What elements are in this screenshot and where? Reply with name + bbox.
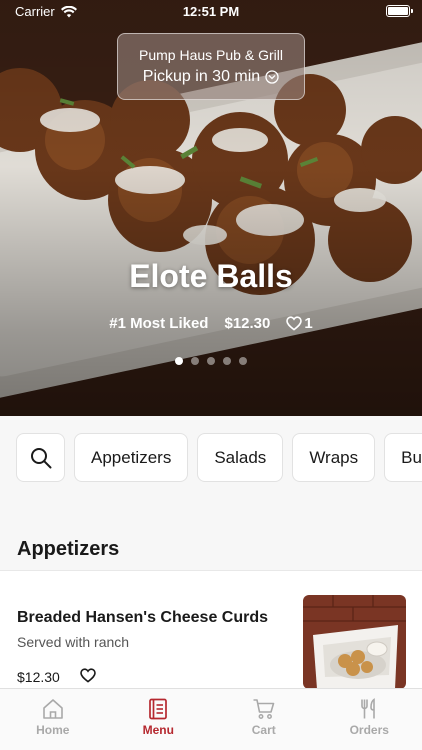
utensils-icon (361, 698, 376, 719)
tab-home-label: Home (36, 723, 70, 737)
featured-price: $12.30 (224, 315, 271, 332)
cart-icon (253, 699, 275, 719)
tab-menu[interactable]: Menu (106, 689, 212, 750)
menu-item-image (303, 595, 406, 689)
category-chip-wraps[interactable]: Wraps (292, 433, 376, 482)
tab-orders[interactable]: Orders (317, 689, 422, 750)
search-button[interactable] (16, 433, 65, 482)
status-time: 12:51 PM (182, 4, 240, 19)
carousel-dot[interactable] (191, 357, 199, 365)
carousel-dot[interactable] (223, 357, 231, 365)
battery-icon (386, 5, 413, 17)
store-name: Pump Haus Pub & Grill (139, 47, 283, 63)
store-selector[interactable]: Pump Haus Pub & Grill Pickup in 30 min (117, 33, 305, 100)
category-chip-appetizers[interactable]: Appetizers (74, 433, 189, 482)
heart-icon (80, 668, 96, 683)
tab-home[interactable]: Home (0, 689, 106, 750)
pickup-time: Pickup in 30 min (142, 68, 261, 85)
menu-item-name: Breaded Hansen's Cheese Curds (17, 609, 269, 626)
carousel-dot[interactable] (175, 357, 183, 365)
category-chip-bu[interactable]: Bu (384, 433, 422, 482)
menu-item-price: $12.30 (17, 669, 60, 685)
menu-item-card[interactable]: Breaded Hansen's Cheese Curds Served wit… (0, 571, 422, 689)
hero-banner[interactable]: Carrier 12:51 PM Pump Haus Pub & Grill P… (0, 0, 422, 416)
featured-item-meta: #1 Most Liked $12.30 1 (0, 315, 422, 332)
carousel-dots[interactable] (0, 357, 422, 365)
chevron-down-circle-icon (265, 70, 279, 84)
heart-icon (286, 316, 303, 331)
category-chips: Appetizers Salads Wraps Bu (0, 433, 422, 483)
home-icon (42, 699, 63, 719)
featured-item-title: Elote Balls (129, 258, 293, 294)
tab-cart-label: Cart (251, 723, 276, 737)
menu-book-icon (149, 698, 168, 720)
tab-bar: Home Menu Cart Orders (0, 688, 422, 750)
category-chip-salads[interactable]: Salads (197, 433, 284, 482)
featured-badge: #1 Most Liked (109, 315, 209, 332)
search-icon (30, 447, 51, 468)
tab-orders-label: Orders (349, 723, 389, 737)
tab-menu-label: Menu (142, 723, 174, 737)
tab-cart[interactable]: Cart (211, 689, 317, 750)
featured-likes-count: 1 (304, 315, 313, 332)
featured-likes[interactable]: 1 (286, 315, 313, 332)
carousel-dot[interactable] (239, 357, 247, 365)
carousel-dot[interactable] (207, 357, 215, 365)
menu-item-description: Served with ranch (17, 634, 130, 650)
app-screen: Carrier 12:51 PM Pump Haus Pub & Grill P… (0, 0, 422, 750)
pickup-time-row: Pickup in 30 min (118, 68, 304, 86)
like-button[interactable] (80, 668, 96, 688)
section-title: Appetizers (17, 538, 120, 560)
status-bar: Carrier 12:51 PM (0, 0, 422, 24)
